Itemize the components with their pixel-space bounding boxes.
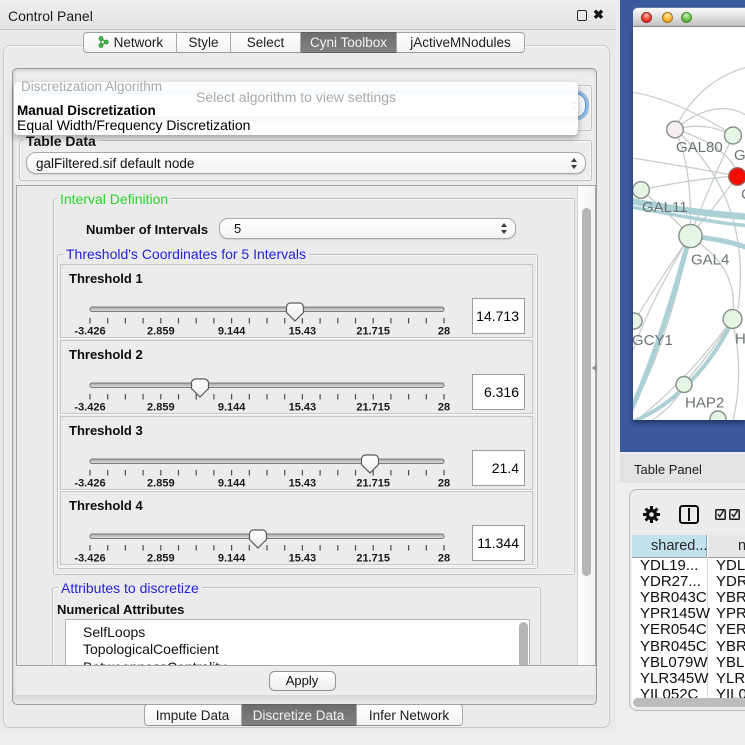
svg-text:GAL80: GAL80 bbox=[676, 139, 723, 156]
svg-text:GAL11: GAL11 bbox=[642, 199, 688, 216]
svg-text:H: H bbox=[735, 331, 745, 348]
svg-text:HAP2: HAP2 bbox=[685, 395, 724, 412]
svg-text:GCY1: GCY1 bbox=[633, 332, 673, 349]
svg-text:C: C bbox=[741, 186, 745, 203]
svg-text:GAL4: GAL4 bbox=[691, 252, 729, 269]
svg-text:GAL: GAL bbox=[734, 147, 745, 164]
